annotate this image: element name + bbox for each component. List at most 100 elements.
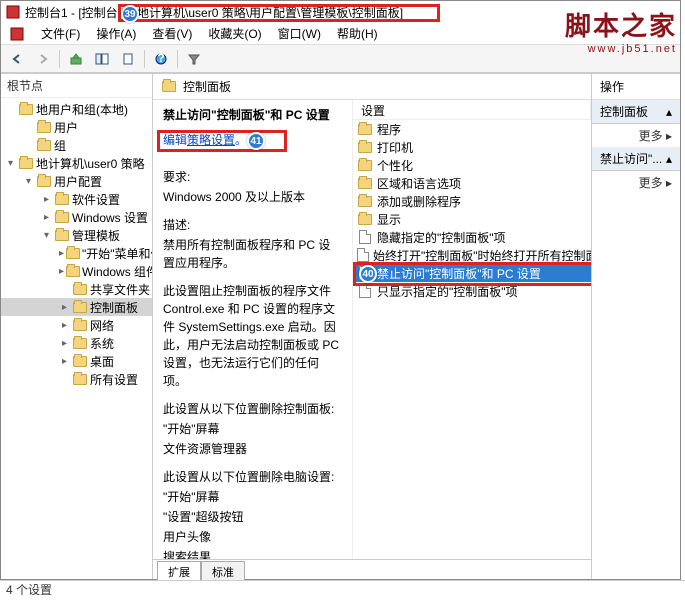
expand-icon[interactable]: ▸ bbox=[59, 302, 70, 313]
actions-section-2[interactable]: 禁止访问"...▴ bbox=[592, 147, 680, 171]
edit-policy-link[interactable]: 编辑策略设置。 bbox=[163, 131, 247, 148]
forward-button[interactable] bbox=[31, 48, 55, 70]
help-button[interactable]: ? bbox=[149, 48, 173, 70]
folder-icon bbox=[72, 353, 88, 369]
policy-icon bbox=[357, 229, 373, 245]
actions-more-2[interactable]: 更多 ▸ bbox=[592, 171, 680, 194]
badge-40: 40 bbox=[359, 265, 377, 283]
expand-icon[interactable] bbox=[59, 284, 70, 295]
tree-item[interactable]: ▸桌面 bbox=[1, 352, 152, 370]
setting-item[interactable]: 只显示指定的"控制面板"项 bbox=[353, 282, 591, 300]
list-header-bar: 控制面板 bbox=[153, 74, 591, 100]
tree-item-label: "开始"菜单和任务栏 bbox=[82, 245, 153, 262]
requirements-label: 要求: bbox=[163, 168, 342, 186]
folder-icon bbox=[72, 317, 88, 333]
setting-item[interactable]: 程序 bbox=[353, 120, 591, 138]
actions-section-1[interactable]: 控制面板▴ bbox=[592, 100, 680, 124]
expand-icon[interactable] bbox=[23, 140, 34, 151]
actions-pane: 操作 控制面板▴ 更多 ▸ 禁止访问"...▴ 更多 ▸ bbox=[592, 74, 680, 579]
expand-icon[interactable]: ▾ bbox=[41, 230, 52, 241]
tree-item-label: 系统 bbox=[90, 335, 114, 352]
setting-item-label: 区域和语言选项 bbox=[377, 175, 461, 192]
tree-item[interactable]: 组 bbox=[1, 136, 152, 154]
expand-icon[interactable]: ▸ bbox=[59, 266, 64, 277]
folder-icon bbox=[18, 155, 34, 171]
menu-action[interactable]: 操作(A) bbox=[96, 25, 136, 42]
setting-item[interactable]: 显示 bbox=[353, 210, 591, 228]
show-hide-button[interactable] bbox=[90, 48, 114, 70]
setting-item[interactable]: 区域和语言选项 bbox=[353, 174, 591, 192]
setting-item[interactable]: 隐藏指定的"控制面板"项 bbox=[353, 228, 591, 246]
tree-item-label: 管理模板 bbox=[72, 227, 120, 244]
setting-item[interactable]: 打印机 bbox=[353, 138, 591, 156]
menu-window[interactable]: 窗口(W) bbox=[278, 25, 321, 42]
desc-p4: 此设置从以下位置删除电脑设置: bbox=[163, 468, 342, 486]
folder-icon bbox=[72, 299, 88, 315]
tree-item-label: 地计算机\user0 策略 bbox=[36, 155, 145, 172]
tree-item[interactable]: ▸ 软件设置 bbox=[1, 190, 152, 208]
badge-41: 41 bbox=[247, 132, 265, 150]
desc-p2: 此设置阻止控制面板的程序文件 Control.exe 和 PC 设置的程序文件 … bbox=[163, 282, 342, 390]
expand-icon[interactable]: ▸ bbox=[59, 356, 70, 367]
tree-item[interactable]: 地用户和组(本地) bbox=[1, 100, 152, 118]
menu-file[interactable]: 文件(F) bbox=[41, 25, 80, 42]
folder-icon bbox=[357, 121, 373, 137]
filter-button[interactable] bbox=[182, 48, 206, 70]
menu-favorites[interactable]: 收藏夹(O) bbox=[208, 25, 261, 42]
titlebar: 控制台1 - [控制台\本地计算机\user0 策略\用户配置\管理模板\控制面… bbox=[1, 1, 680, 23]
tree-item[interactable]: 用户 bbox=[1, 118, 152, 136]
expand-icon[interactable] bbox=[23, 122, 34, 133]
tree-item-label: 软件设置 bbox=[72, 191, 120, 208]
items-column-header[interactable]: 设置 bbox=[353, 100, 591, 119]
tree-item[interactable]: ▸ Windows 设置 bbox=[1, 208, 152, 226]
menu-help[interactable]: 帮助(H) bbox=[337, 25, 378, 42]
tree-item-label: 用户 bbox=[54, 119, 78, 136]
status-text: 4 个设置 bbox=[6, 581, 52, 598]
tree-item-label: Windows 设置 bbox=[72, 209, 148, 226]
chevron-right-icon: ▸ bbox=[666, 176, 672, 190]
expand-icon[interactable] bbox=[59, 374, 70, 385]
requirements-value: Windows 2000 及以上版本 bbox=[163, 188, 342, 206]
tree-item[interactable]: ▾ 用户配置 bbox=[1, 172, 152, 190]
tree-item[interactable]: ▸Windows 组件 bbox=[1, 262, 152, 280]
tree-item[interactable]: ▸ "开始"菜单和任务栏 bbox=[1, 244, 152, 262]
folder-icon bbox=[54, 227, 70, 243]
items-pane: 设置 程序打印机个性化区域和语言选项添加或删除程序显示隐藏指定的"控制面板"项始… bbox=[353, 100, 591, 559]
folder-icon bbox=[72, 371, 88, 387]
setting-item-label: 禁止访问"控制面板"和 PC 设置 bbox=[377, 265, 541, 282]
expand-icon[interactable] bbox=[5, 104, 16, 115]
tree-item[interactable]: 所有设置 bbox=[1, 370, 152, 388]
expand-icon[interactable]: ▸ bbox=[41, 212, 52, 223]
center-pane: 控制面板 禁止访问"控制面板"和 PC 设置 编辑策略设置。 41 要求: Wi… bbox=[153, 74, 592, 579]
tree-item[interactable]: 共享文件夹 bbox=[1, 280, 152, 298]
tree-item[interactable]: ▸网络 bbox=[1, 316, 152, 334]
menu-view[interactable]: 查看(V) bbox=[152, 25, 192, 42]
expand-icon[interactable]: ▸ bbox=[59, 248, 64, 259]
tree-item-label: 所有设置 bbox=[90, 371, 138, 388]
setting-item[interactable]: 禁止访问"控制面板"和 PC 设置 bbox=[353, 264, 591, 282]
back-button[interactable] bbox=[5, 48, 29, 70]
tree-item[interactable]: ▾ 地计算机\user0 策略 bbox=[1, 154, 152, 172]
tree-item[interactable]: ▸ 系统 bbox=[1, 334, 152, 352]
expand-icon[interactable]: ▾ bbox=[5, 158, 16, 169]
list-header-title: 控制面板 bbox=[183, 78, 231, 95]
tab-extended[interactable]: 扩展 bbox=[157, 561, 201, 580]
tree-item[interactable]: ▸控制面板 bbox=[1, 298, 152, 316]
statusbar: 4 个设置 bbox=[0, 580, 685, 598]
export-button[interactable] bbox=[116, 48, 140, 70]
setting-item[interactable]: 添加或删除程序 bbox=[353, 192, 591, 210]
tree-item[interactable]: ▾ 管理模板 bbox=[1, 226, 152, 244]
expand-icon[interactable]: ▸ bbox=[59, 320, 70, 331]
tab-standard[interactable]: 标准 bbox=[201, 561, 245, 580]
up-button[interactable] bbox=[64, 48, 88, 70]
folder-icon bbox=[18, 101, 34, 117]
expand-icon[interactable]: ▸ bbox=[59, 338, 70, 349]
expand-icon[interactable]: ▸ bbox=[41, 194, 52, 205]
setting-item[interactable]: 个性化 bbox=[353, 156, 591, 174]
tree-item-label: 用户配置 bbox=[54, 173, 102, 190]
setting-item-label: 只显示指定的"控制面板"项 bbox=[377, 283, 518, 300]
setting-item[interactable]: 始终打开"控制面板"时始终打开所有控制面板项 bbox=[353, 246, 591, 264]
expand-icon[interactable]: ▾ bbox=[23, 176, 34, 187]
actions-more-1[interactable]: 更多 ▸ bbox=[592, 124, 680, 147]
folder-icon bbox=[161, 79, 177, 95]
